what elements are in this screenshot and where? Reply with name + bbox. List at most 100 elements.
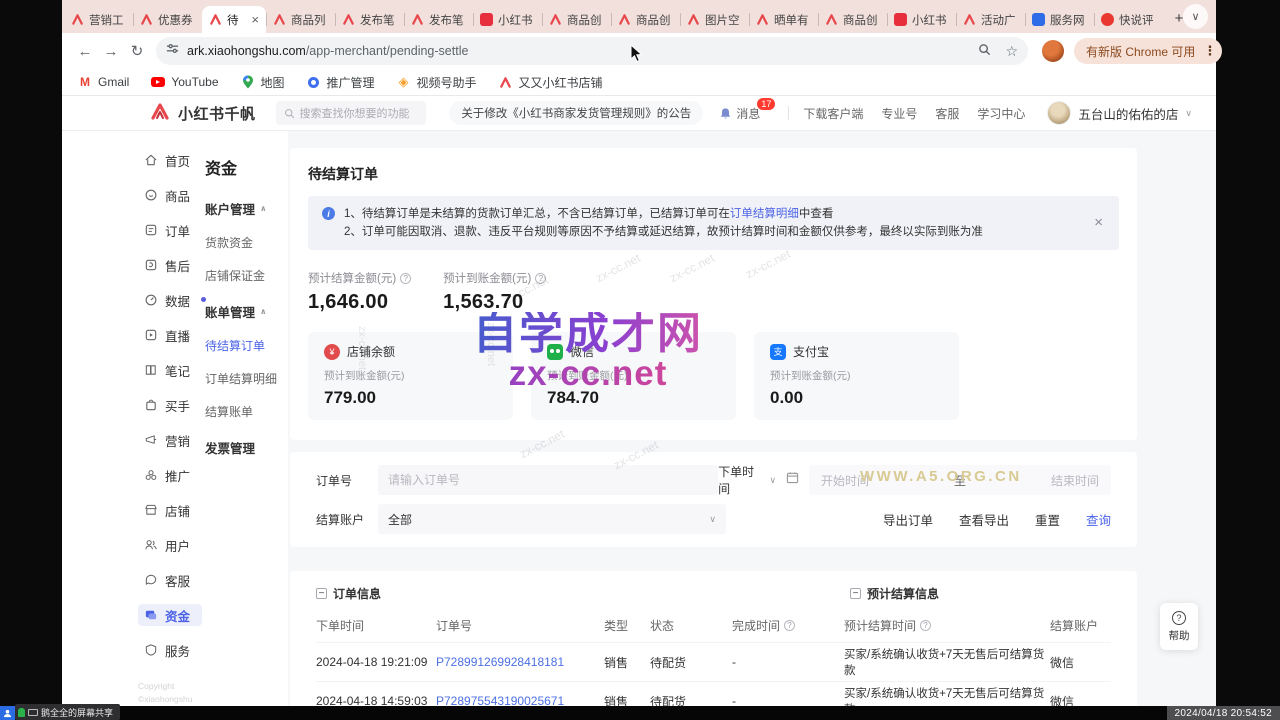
announcement-link[interactable]: 关于修改《小红书商家发货管理规则》的公告 (449, 101, 703, 125)
browser-tab-active[interactable]: 待× (202, 6, 266, 33)
browser-tab[interactable]: 商品创 (542, 6, 611, 33)
subnav-item-settle-bill[interactable]: 结算账单 (205, 403, 288, 420)
chrome-profile-avatar[interactable] (1042, 40, 1064, 62)
link-professional[interactable]: 专业号 (881, 105, 917, 122)
browser-tab[interactable]: 发布笔 (335, 6, 404, 33)
browser-tab[interactable]: 活动广 (956, 6, 1025, 33)
help-icon[interactable]: ? (920, 620, 931, 631)
query-button[interactable]: 查询 (1086, 510, 1111, 529)
cell-settle-time: 买家/系统确认收货+7天无售后可结算货款 (844, 646, 1050, 678)
bookmark-gmail[interactable]: MGmail (78, 75, 129, 89)
settle-account-select[interactable]: 全部∨ (378, 504, 726, 534)
back-button[interactable]: ← (72, 43, 98, 60)
address-bar[interactable]: ark.xiaohongshu.com/app-merchant/pending… (156, 37, 1028, 65)
bookmark-video-helper[interactable]: ◈视频号助手 (397, 74, 477, 91)
bookmark-promotion[interactable]: 推广管理 (307, 74, 375, 91)
browser-tab[interactable]: 商品创 (611, 6, 680, 33)
order-number-link[interactable]: P728975543190025671 (436, 694, 604, 706)
site-settings-icon[interactable] (166, 42, 179, 60)
date-range-picker[interactable]: 开始时间 至 结束时间 (809, 465, 1111, 495)
sidebar-item-notes[interactable]: 笔记 (142, 359, 198, 381)
subnav-item-goods-funds[interactable]: 货款资金 (205, 234, 288, 251)
sidebar-item-orders[interactable]: 订单 (142, 219, 198, 241)
link-support[interactable]: 客服 (935, 105, 959, 122)
sidebar-item-live[interactable]: 直播 (142, 324, 198, 346)
sidebar-item-home[interactable]: 首页 (142, 149, 198, 171)
brand[interactable]: 小红书千帆 (150, 102, 256, 125)
export-orders-button[interactable]: 导出订单 (883, 510, 933, 529)
reset-button[interactable]: 重置 (1035, 510, 1060, 529)
function-search-input[interactable]: 搜索查找你想要的功能 (276, 101, 426, 125)
browser-tab[interactable]: 快说评 (1094, 6, 1163, 33)
help-icon[interactable]: ? (784, 620, 795, 631)
messages-button[interactable]: 消息 17 (719, 105, 760, 122)
subnav-group-invoice[interactable]: 发票管理 (205, 438, 288, 457)
subnav-group-account[interactable]: 账户管理∧ (205, 199, 288, 218)
banner-close-icon[interactable]: × (1094, 214, 1103, 232)
bookmark-star-icon[interactable]: ☆ (1005, 43, 1018, 60)
sidebar-item-data[interactable]: 数据 (142, 289, 198, 311)
browser-tab[interactable]: 图片空 (680, 6, 749, 33)
sidebar-item-store[interactable]: 店铺 (142, 499, 198, 521)
time-type-dropdown[interactable]: 下单时间∨ (718, 463, 776, 497)
browser-tab[interactable]: 商品列 (266, 6, 335, 33)
sidebar-item-goods[interactable]: 商品 (142, 184, 198, 206)
link-learning[interactable]: 学习中心 (977, 105, 1025, 122)
end-date-field[interactable]: 结束时间 (1051, 472, 1099, 489)
cell-settle-time: 买家/系统确认收货+7天无售后可结算货款 (844, 685, 1050, 706)
bookmark-maps[interactable]: 地图 (241, 74, 285, 91)
forward-button[interactable]: → (98, 43, 124, 60)
group-order-info: −订单信息 (316, 585, 850, 602)
screen-share-label: 鹅全全的屏幕共享 (41, 706, 113, 719)
help-icon[interactable]: ? (535, 273, 546, 284)
tab-search-chevron-icon[interactable]: ∨ (1183, 4, 1208, 29)
tab-label: 商品创 (567, 12, 602, 28)
collapse-icon[interactable]: − (850, 588, 861, 599)
subnav-item-deposit[interactable]: 店铺保证金 (205, 267, 288, 284)
browser-tab[interactable]: 晒单有 (749, 6, 818, 33)
shop-account-menu[interactable]: 五台山的佑佑的店 ∨ (1047, 101, 1192, 125)
view-exports-button[interactable]: 查看导出 (959, 510, 1009, 529)
shop-avatar (1047, 101, 1071, 125)
start-date-field[interactable]: 开始时间 (821, 472, 869, 489)
browser-tab[interactable]: 小红书 (887, 6, 956, 33)
subnav-group-bill[interactable]: 账单管理∧ (205, 302, 288, 321)
browser-tab[interactable]: 服务网 (1025, 6, 1094, 33)
account-label: 预计到账金额(元) (547, 368, 720, 383)
help-icon[interactable]: ? (400, 273, 411, 284)
collapse-icon[interactable]: − (316, 588, 327, 599)
chrome-menu-icon[interactable]: ⋮ (1203, 43, 1216, 59)
col-order-no: 订单号 (436, 617, 604, 634)
sidebar-label: 资金 (165, 606, 190, 625)
bookmark-xhs-shop[interactable]: 又又小红书店铺 (499, 74, 603, 91)
sidebar-item-users[interactable]: 用户 (142, 534, 198, 556)
sidebar-item-aftersale[interactable]: 售后 (142, 254, 198, 276)
browser-tab[interactable]: 发布笔 (404, 6, 473, 33)
sidebar-item-services[interactable]: 服务 (142, 639, 198, 661)
browser-tab[interactable]: 小红书 (473, 6, 542, 33)
link-download-client[interactable]: 下载客户端 (803, 105, 863, 122)
settle-detail-link[interactable]: 订单结算明细 (730, 208, 799, 220)
browser-tab[interactable]: 营销工 (64, 6, 133, 33)
reload-button[interactable]: ↻ (124, 42, 150, 60)
browser-tab[interactable]: 优惠券 (133, 6, 202, 33)
sidebar-item-marketing[interactable]: 营销 (142, 429, 198, 451)
group-settle-info: −预计结算信息 (850, 585, 1111, 602)
chrome-update-chip[interactable]: 有新版 Chrome 可用 ⋮ (1074, 38, 1222, 64)
help-button[interactable]: ? 帮助 (1160, 603, 1198, 650)
order-number-link[interactable]: P728991269928418181 (436, 655, 604, 669)
screen-share-pill[interactable]: 鹅全全的屏幕共享 (15, 704, 120, 720)
calendar-icon[interactable] (786, 471, 799, 489)
bookmark-youtube[interactable]: YouTube (151, 75, 218, 89)
monitor-icon (28, 709, 38, 716)
order-no-input[interactable] (378, 465, 718, 495)
sidebar-item-funds[interactable]: 资金 (138, 604, 202, 626)
tab-close-icon[interactable]: × (251, 13, 259, 26)
browser-tab[interactable]: 商品创 (818, 6, 887, 33)
subnav-item-pending-settle[interactable]: 待结算订单 (205, 337, 288, 354)
sidebar-item-service[interactable]: 客服 (142, 569, 198, 591)
search-icon[interactable] (978, 43, 991, 59)
sidebar-item-buyer[interactable]: 买手 (142, 394, 198, 416)
sidebar-item-promotion[interactable]: 推广 (142, 464, 198, 486)
subnav-item-settle-detail[interactable]: 订单结算明细 (205, 370, 288, 387)
